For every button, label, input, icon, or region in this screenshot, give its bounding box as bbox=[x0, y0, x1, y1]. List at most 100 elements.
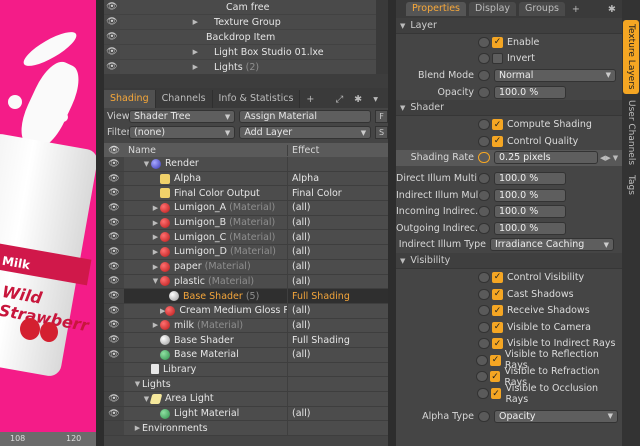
view-dropdown[interactable]: Shader Tree ▼ bbox=[129, 110, 236, 123]
tree-row[interactable]: 👁 ▶ Lumigon_A (Material) (all) bbox=[104, 201, 388, 216]
compute-shading-checkbox[interactable]: ✓ bbox=[492, 119, 503, 131]
column-name[interactable]: Name bbox=[124, 144, 288, 156]
tree-row[interactable]: 👁 ▼ Area Light bbox=[104, 392, 388, 407]
eye-icon[interactable]: 👁 bbox=[104, 303, 124, 318]
gear-icon[interactable]: ✱ bbox=[608, 4, 622, 15]
link-toggle[interactable] bbox=[478, 86, 490, 98]
expand-right-icon[interactable]: ▶ bbox=[151, 233, 160, 241]
alpha-type-dropdown[interactable]: Opacity ▼ bbox=[494, 409, 618, 423]
list-item[interactable]: 👁 ▶ Light Box Studio 01.lxe bbox=[104, 45, 388, 60]
panel-divider[interactable] bbox=[388, 0, 396, 446]
eye-icon[interactable]: 👁 bbox=[104, 333, 124, 347]
eye-icon[interactable]: 👁 bbox=[104, 230, 124, 245]
indirect-illum-field[interactable]: 100.0 % bbox=[494, 188, 566, 202]
expand-right-icon[interactable]: ▶ bbox=[133, 424, 142, 432]
link-toggle[interactable] bbox=[478, 222, 490, 234]
eye-icon[interactable]: 👁 bbox=[104, 259, 124, 274]
link-toggle[interactable] bbox=[476, 388, 489, 400]
spinner-icon[interactable]: ◀▶ bbox=[600, 154, 611, 162]
list-item[interactable]: 👁 Backdrop Item bbox=[104, 30, 388, 45]
link-toggle[interactable] bbox=[478, 338, 490, 350]
tree-row[interactable]: 👁▶Cream Medium Gloss Pl... (all) bbox=[104, 303, 388, 319]
eye-icon[interactable]: 👁 bbox=[104, 289, 124, 303]
tab-texture-layers[interactable]: Texture Layers bbox=[623, 20, 639, 94]
eye-icon[interactable]: 👁 bbox=[104, 157, 124, 171]
eye-icon[interactable]: 👁 bbox=[104, 245, 124, 259]
link-toggle[interactable] bbox=[478, 119, 490, 131]
eye-icon[interactable]: 👁 bbox=[104, 30, 120, 44]
add-tab-button[interactable]: + bbox=[300, 94, 320, 105]
invert-checkbox[interactable] bbox=[492, 53, 503, 65]
expand-right-icon[interactable]: ▶ bbox=[151, 219, 160, 227]
add-tab-button[interactable]: + bbox=[568, 4, 584, 15]
tree-row[interactable]: 👁 ▼ plastic (Material) (all) bbox=[104, 274, 388, 290]
link-toggle[interactable] bbox=[478, 206, 490, 218]
eye-icon[interactable]: 👁 bbox=[104, 0, 120, 14]
tab-tags[interactable]: Tags bbox=[623, 172, 639, 198]
link-toggle[interactable] bbox=[478, 36, 490, 48]
tree-row[interactable]: Library bbox=[104, 362, 388, 378]
section-layer[interactable]: ▼ Layer bbox=[396, 18, 622, 34]
eye-icon[interactable]: 👁 bbox=[104, 171, 124, 186]
list-item[interactable]: 👁 ▶ Lights (2) bbox=[104, 60, 388, 74]
expand-right-icon[interactable]: ▶ bbox=[151, 248, 160, 256]
visibility-checkbox[interactable]: ✓ bbox=[490, 354, 501, 366]
tab-channels[interactable]: Channels bbox=[156, 90, 213, 108]
tree-row[interactable]: 👁 Alpha Alpha bbox=[104, 171, 388, 187]
eye-icon[interactable]: 👁 bbox=[104, 201, 124, 215]
visibility-checkbox[interactable]: ✓ bbox=[489, 371, 501, 383]
tab-info-statistics[interactable]: Info & Statistics bbox=[213, 90, 301, 108]
tab-groups[interactable]: Groups bbox=[519, 2, 565, 16]
link-toggle[interactable] bbox=[478, 288, 490, 300]
expand-right-icon[interactable]: ▶ bbox=[151, 263, 160, 271]
tree-row[interactable]: 👁 Final Color Output Final Color bbox=[104, 186, 388, 202]
opacity-field[interactable]: 100.0 % bbox=[494, 85, 566, 99]
eye-icon[interactable]: 👁 bbox=[104, 347, 124, 362]
tree-row[interactable]: 👁 Base Material (all) bbox=[104, 347, 388, 363]
eye-icon[interactable]: 👁 bbox=[104, 45, 120, 59]
f-button[interactable]: F bbox=[375, 110, 388, 123]
tree-row[interactable]: 👁 ▶ milk (Material) (all) bbox=[104, 318, 388, 334]
link-toggle[interactable] bbox=[475, 371, 488, 383]
tab-shading[interactable]: Shading bbox=[104, 90, 156, 108]
column-effect[interactable]: Effect bbox=[288, 145, 319, 156]
visibility-checkbox[interactable]: ✓ bbox=[492, 305, 503, 317]
link-toggle[interactable] bbox=[478, 135, 490, 147]
link-toggle[interactable] bbox=[478, 172, 490, 184]
visibility-checkbox[interactable]: ✓ bbox=[492, 338, 503, 350]
expand-down-icon[interactable]: ▼ bbox=[151, 277, 160, 285]
shading-rate-field[interactable]: 0.25 pixels bbox=[494, 151, 598, 165]
eye-icon[interactable]: 👁 bbox=[104, 318, 124, 333]
expand-down-icon[interactable]: ▼ bbox=[133, 380, 142, 388]
link-toggle[interactable] bbox=[478, 152, 490, 164]
assign-material-button[interactable]: Assign Material bbox=[239, 110, 372, 123]
chevron-down-icon[interactable]: ▼ bbox=[613, 154, 618, 162]
link-toggle[interactable] bbox=[478, 271, 490, 283]
list-item[interactable]: 👁 ▶ Texture Group bbox=[104, 15, 388, 30]
link-toggle[interactable] bbox=[478, 189, 490, 201]
tree-row[interactable]: 👁 Base Shader (5) Full Shading bbox=[104, 289, 388, 304]
visibility-checkbox[interactable]: ✓ bbox=[492, 321, 503, 333]
tree-row[interactable]: 👁 Light Material (all) bbox=[104, 406, 388, 422]
tree-row[interactable]: ▶ Environments bbox=[104, 421, 388, 437]
enable-checkbox[interactable]: ✓ bbox=[492, 36, 503, 48]
tree-row[interactable]: 👁 ▶ Lumigon_D (Material) (all) bbox=[104, 245, 388, 260]
section-visibility[interactable]: ▼ Visibility bbox=[396, 253, 622, 270]
s-button[interactable]: S bbox=[375, 126, 388, 139]
section-shader[interactable]: ▼ Shader bbox=[396, 100, 622, 117]
tab-properties[interactable]: Properties bbox=[406, 2, 467, 16]
incoming-indirect-field[interactable]: 100.0 % bbox=[494, 205, 566, 219]
expand-right-icon[interactable]: ▶ bbox=[151, 321, 160, 329]
tree-row[interactable]: 👁 ▶ Lumigon_B (Material) (all) bbox=[104, 215, 388, 231]
indirect-illum-type-dropdown[interactable]: Irradiance Caching ▼ bbox=[490, 238, 614, 252]
panel-divider[interactable] bbox=[96, 0, 104, 446]
eye-icon[interactable]: 👁 bbox=[104, 406, 124, 421]
scrollbar[interactable] bbox=[376, 0, 388, 74]
expand-right-icon[interactable]: ▶ bbox=[151, 204, 160, 212]
eye-icon[interactable]: 👁 bbox=[104, 215, 124, 230]
render-viewport[interactable]: Milk Wild Strawberr 108 120 bbox=[0, 0, 96, 446]
list-item[interactable]: 👁 Cam free bbox=[104, 0, 388, 15]
eye-icon[interactable]: 👁 bbox=[104, 60, 120, 74]
expand-down-icon[interactable]: ▼ bbox=[142, 160, 151, 168]
eye-icon[interactable]: 👁 bbox=[104, 186, 124, 201]
